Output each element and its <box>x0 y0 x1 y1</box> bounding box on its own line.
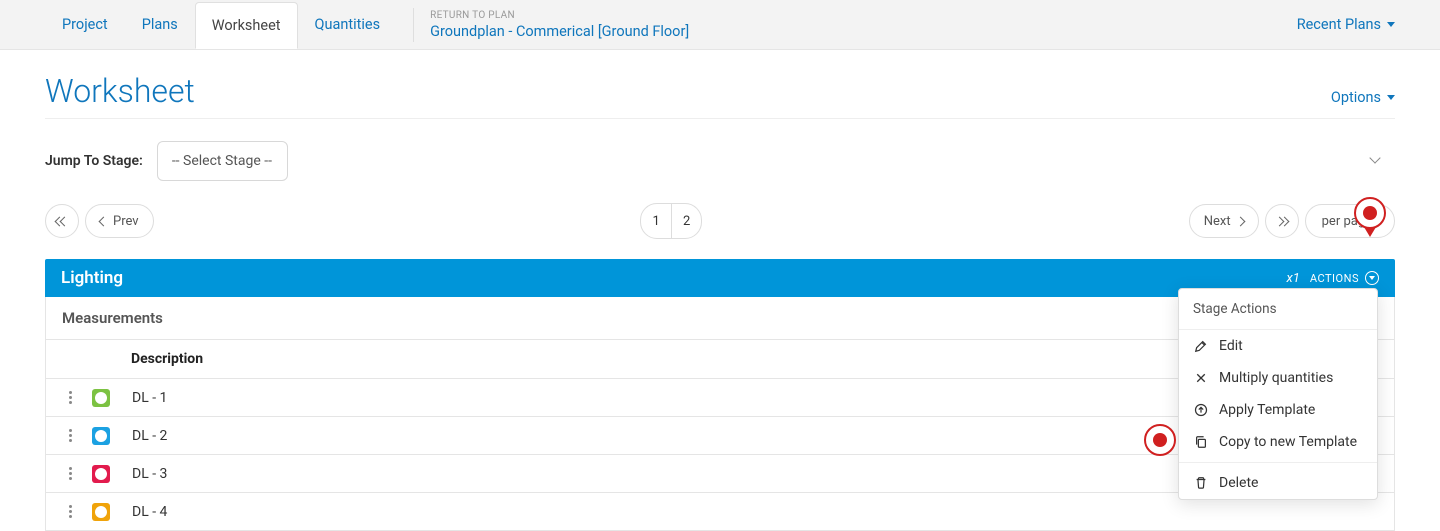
stage-multiplier: x1 <box>1287 271 1300 286</box>
return-link[interactable]: Groundplan - Commerical [Ground Floor] <box>430 23 689 40</box>
color-swatch <box>92 389 110 407</box>
popup-apply-template[interactable]: Apply Template <box>1179 394 1377 426</box>
color-swatch <box>92 503 110 521</box>
row-label: DL - 3 <box>132 466 167 482</box>
stage-actions-label: ACTIONS <box>1310 272 1359 285</box>
row-menu-button[interactable] <box>62 467 78 480</box>
popup-multiply-label: Multiply quantities <box>1219 370 1333 386</box>
pager-next-button[interactable]: Next <box>1189 204 1259 238</box>
top-tab-bar: Project Plans Worksheet Quantities RETUR… <box>0 0 1440 50</box>
popup-copy-template[interactable]: Copy to new Template <box>1179 426 1377 458</box>
popup-header: Stage Actions <box>1179 289 1377 330</box>
return-label: RETURN TO PLAN <box>430 10 689 21</box>
popup-edit-label: Edit <box>1219 338 1243 354</box>
stage-select-wrap: -- Select Stage -- <box>157 141 1395 181</box>
pager-first-button[interactable] <box>45 204 79 238</box>
stage-name: Lighting <box>61 268 123 288</box>
pager-last-button[interactable] <box>1265 204 1299 238</box>
popup-edit[interactable]: Edit <box>1179 330 1377 362</box>
annotation-marker-copy <box>1144 424 1176 456</box>
popup-delete[interactable]: Delete <box>1179 467 1377 499</box>
caret-down-icon <box>1387 95 1395 100</box>
row-menu-button[interactable] <box>62 391 78 404</box>
color-swatch <box>92 427 110 445</box>
popup-multiply[interactable]: Multiply quantities <box>1179 362 1377 394</box>
dropdown-circle-icon <box>1365 271 1379 285</box>
jump-to-stage-row: Jump To Stage: -- Select Stage -- <box>45 141 1395 181</box>
tab-quantities[interactable]: Quantities <box>298 1 398 48</box>
chevron-left-icon <box>99 216 109 226</box>
color-swatch <box>92 465 110 483</box>
pager-prev-button[interactable]: Prev <box>85 204 154 238</box>
pager-next-label: Next <box>1204 214 1231 229</box>
title-row: Worksheet Options <box>45 72 1395 119</box>
page-2[interactable]: 2 <box>671 204 701 238</box>
close-icon <box>1193 370 1209 386</box>
trash-icon <box>1193 475 1209 491</box>
popup-separator <box>1179 462 1377 463</box>
pager-prev-label: Prev <box>113 214 139 229</box>
divider <box>413 8 414 42</box>
return-to-plan: RETURN TO PLAN Groundplan - Commerical [… <box>430 10 689 40</box>
stage-actions-button[interactable]: ACTIONS <box>1310 271 1379 285</box>
tab-worksheet[interactable]: Worksheet <box>195 2 298 49</box>
page-title: Worksheet <box>45 72 195 110</box>
edit-icon <box>1193 338 1209 354</box>
row-menu-button[interactable] <box>62 505 78 518</box>
row-label: DL - 2 <box>132 428 167 444</box>
stage-actions-popup: Stage Actions Edit Multiply quantities A… <box>1178 288 1378 500</box>
recent-plans-label: Recent Plans <box>1297 16 1381 33</box>
annotation-marker-per-page <box>1354 197 1386 229</box>
row-label: DL - 4 <box>132 504 167 520</box>
circle-arrow-up-icon <box>1193 402 1209 418</box>
copy-icon <box>1193 434 1209 450</box>
options-dropdown[interactable]: Options <box>1331 89 1395 106</box>
page-number-group: 1 2 <box>640 203 702 239</box>
stage-select[interactable]: -- Select Stage -- <box>157 141 288 181</box>
pager-row: Prev 1 2 Next per page <box>45 203 1395 239</box>
recent-plans-dropdown[interactable]: Recent Plans <box>1297 16 1395 33</box>
row-label: DL - 1 <box>132 390 167 406</box>
popup-apply-label: Apply Template <box>1219 402 1315 418</box>
tab-project[interactable]: Project <box>45 1 125 48</box>
jump-to-stage-label: Jump To Stage: <box>45 153 143 169</box>
popup-delete-label: Delete <box>1219 475 1258 491</box>
options-label: Options <box>1331 89 1381 106</box>
tab-plans[interactable]: Plans <box>125 1 195 48</box>
chevron-right-icon <box>1235 216 1245 226</box>
row-menu-button[interactable] <box>62 429 78 442</box>
popup-copy-label: Copy to new Template <box>1219 434 1357 450</box>
caret-down-icon <box>1387 22 1395 27</box>
page-1[interactable]: 1 <box>641 204 671 238</box>
